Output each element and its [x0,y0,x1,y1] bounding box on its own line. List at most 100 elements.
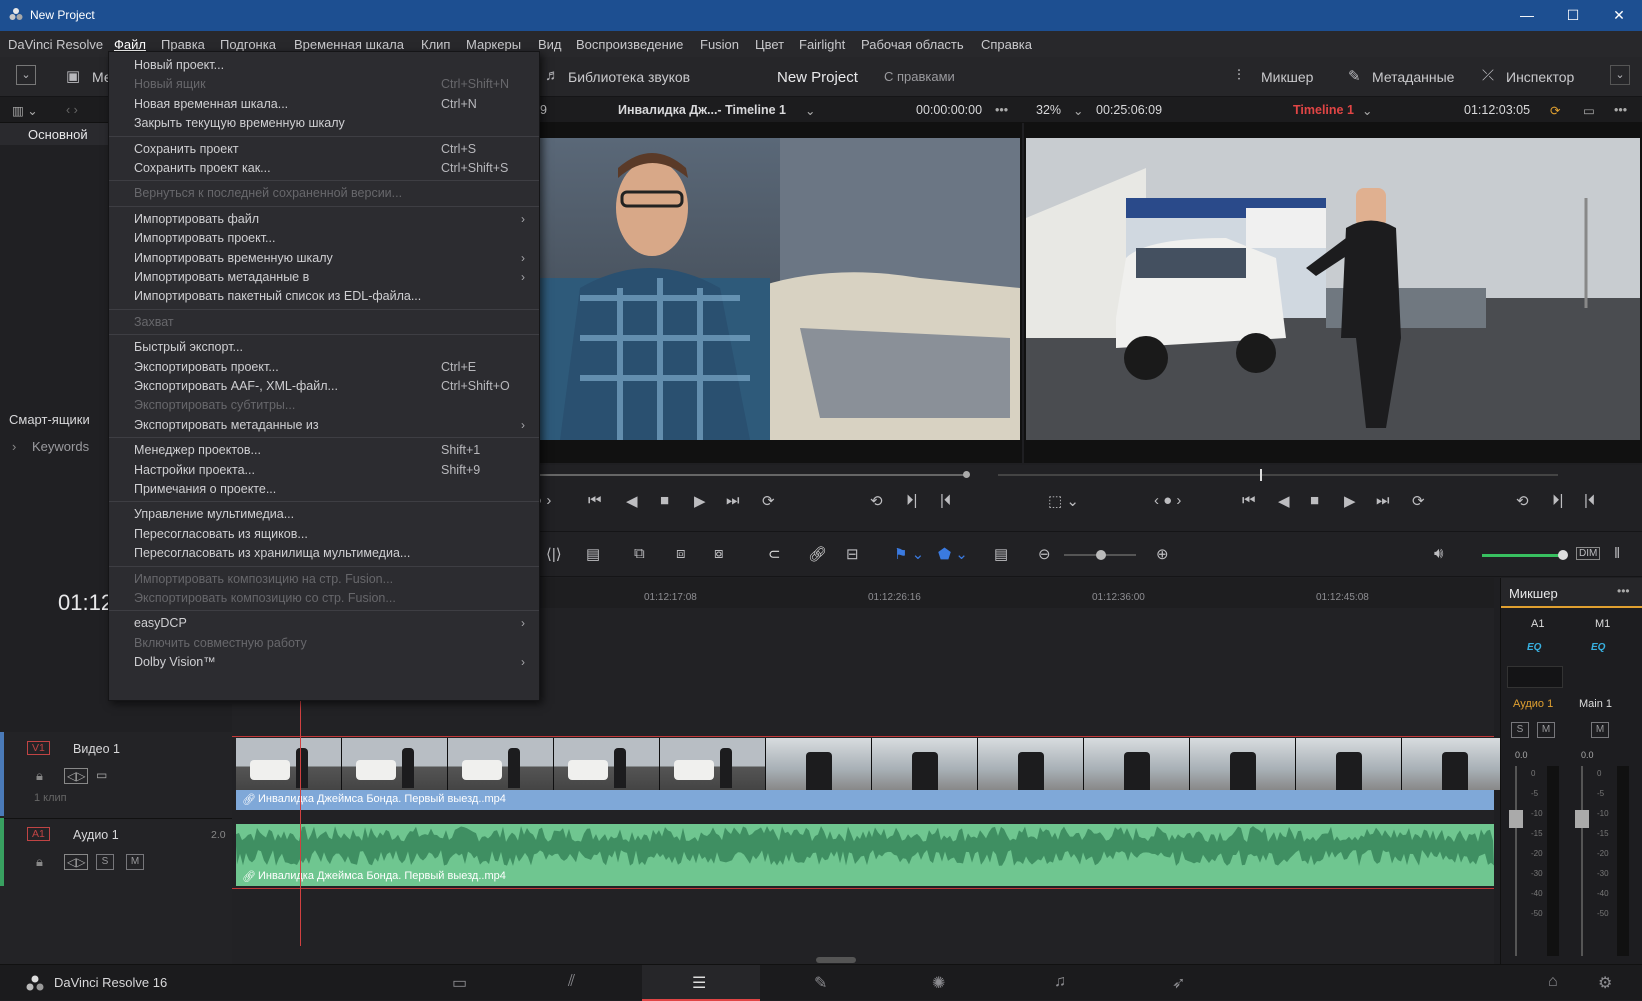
file-menu-item[interactable]: Сохранить проект Ctrl+S [109,140,539,160]
audio-clip-label-bar[interactable]: 🔗︎ Инвалидка Джеймса Бонда. Первый выезд… [236,868,1494,886]
zoom-chevron-icon[interactable]: ⌄ [1073,103,1083,118]
chevron-down-icon[interactable]: ⌄ [805,103,815,118]
overwrite-icon[interactable]: ⧈ [676,545,686,562]
lock-icon[interactable]: ⊟ [846,545,859,563]
snapping-icon[interactable]: ⊂ [768,545,781,563]
fader2-handle[interactable] [1575,810,1589,828]
file-menu-item[interactable]: Импортировать временную шкалу › [109,249,539,269]
trim-icon[interactable]: ⟨|⟩ [546,545,562,563]
fader2-track[interactable] [1581,766,1583,956]
volume-slider[interactable] [1482,554,1562,557]
menu-view[interactable]: Вид [538,37,562,52]
audio-waveform[interactable] [236,824,1494,868]
mixer-icon[interactable]: ⫶ [1237,67,1241,84]
main-mute-button[interactable]: M [1591,722,1609,738]
reverse-icon[interactable]: ◀ [626,492,638,510]
flag-icon[interactable]: ⚑ ⌄ [894,545,924,563]
volume-icon[interactable]: 🔊︎ [1434,545,1443,562]
timeline-start-icon[interactable]: ⏮ [1242,492,1256,509]
timeline-out-icon[interactable]: |⏴ [1584,492,1595,509]
sound-library-icon[interactable]: ♬ [545,67,560,84]
v1-badge[interactable]: V1 [27,741,50,755]
audio-select-icon[interactable]: ◁▷ [64,854,89,870]
menu-file[interactable]: Файл [114,37,146,52]
match-frame-icon[interactable]: ⟲ [870,492,883,510]
timeline-loop-icon[interactable]: ⟳ [1412,492,1425,510]
timeline-view-icon[interactable]: ▤ [994,545,1008,563]
mute-button[interactable]: M [126,854,144,870]
bin-master[interactable]: Основной [28,127,88,142]
file-menu-item[interactable]: Экспортировать проект... Ctrl+E [109,358,539,378]
file-menu-item[interactable]: Импортировать проект... [109,229,539,249]
nav-arrows-icon[interactable]: ‹ › [66,103,78,117]
home-icon[interactable]: ⌂ [1548,973,1558,991]
close-icon[interactable]: ✕ [1596,4,1642,28]
minimize-icon[interactable]: — [1504,4,1550,28]
timeline-playhead[interactable] [1260,469,1262,481]
file-menu-item[interactable]: Импортировать пакетный список из EDL-фай… [109,287,539,307]
dim-button[interactable]: DIM [1576,547,1601,560]
solo-button[interactable]: S [96,854,114,870]
file-menu-item[interactable]: Экспортировать метаданные из › [109,416,539,436]
timeline-in-icon[interactable]: ⏵| [1552,492,1563,509]
fusion-page-icon[interactable]: ✎ [814,973,827,993]
keywords-item[interactable]: Keywords [32,439,89,454]
zoom-level[interactable]: 32% [1036,103,1061,117]
metadata-button[interactable]: Метаданные [1372,69,1454,85]
file-menu-item[interactable]: Пересогласовать из ящиков... [109,525,539,545]
go-to-start-icon[interactable]: ⏮ [588,492,602,509]
pan-control[interactable] [1507,666,1563,688]
timeline-match-icon[interactable]: ⟲ [1516,492,1529,510]
deliver-page-icon[interactable]: ➶ [1172,973,1185,993]
stop-icon[interactable]: ■ [660,492,669,509]
play-icon[interactable]: ▶ [694,492,706,510]
video-track-name[interactable]: Видео 1 [73,742,120,756]
file-menu-item[interactable]: Новая временная шкала... Ctrl+N [109,95,539,115]
fader1-handle[interactable] [1509,810,1523,828]
file-menu-item[interactable]: Импортировать метаданные в › [109,268,539,288]
zoom-slider-handle[interactable] [1096,550,1106,560]
settings-gear-icon[interactable]: ⚙ [1598,973,1612,993]
inspector-icon[interactable]: ⤫ [1482,67,1494,84]
a1-badge[interactable]: A1 [27,827,50,841]
menu-trim[interactable]: Подгонка [220,37,276,52]
file-menu-item[interactable]: Импортировать файл › [109,210,539,230]
track-enable-icon[interactable]: ▭ [96,768,107,782]
timeline-scrubber[interactable] [998,474,1558,476]
file-menu-item[interactable]: Сохранить проект как... Ctrl+Shift+S [109,159,539,179]
mixer-more-icon[interactable]: ••• [1617,584,1630,598]
auto-select-icon[interactable]: ◁▷ [64,768,89,784]
expand-icon[interactable]: ⌄ [1610,65,1630,85]
file-menu-item[interactable]: Dolby Vision™ › [109,653,539,673]
replace-icon[interactable]: ⧇ [714,545,724,562]
blade-icon[interactable]: ▤ [586,545,600,563]
file-menu-item[interactable]: Новый проект... [109,56,539,76]
go-to-end-icon[interactable]: ⏭ [726,492,740,509]
insert-icon[interactable]: ⧉ [634,545,645,562]
timeline-play-icon[interactable]: ▶ [1344,492,1356,510]
menu-markers[interactable]: Маркеры [466,37,521,52]
timeline-jog-icon[interactable]: ‹ ● › [1154,492,1181,509]
zoom-in-icon[interactable]: ⊕ [1156,545,1169,563]
timeline-end-icon[interactable]: ⏭ [1376,492,1390,509]
panel-toggle-icon[interactable]: ⌄ [16,65,36,85]
more-icon[interactable]: ••• [995,103,1008,117]
zoom-out-icon[interactable]: ⊖ [1038,545,1051,563]
loop-icon[interactable]: ⟳ [762,492,775,510]
file-menu-item[interactable]: Настройки проекта... Shift+9 [109,461,539,481]
sound-library-button[interactable]: Библиотека звуков [568,69,690,85]
maximize-icon[interactable]: ☐ [1550,4,1596,28]
menu-playback[interactable]: Воспроизведение [576,37,683,52]
lock-audio-icon[interactable]: 🔒︎ [36,854,43,870]
menu-clip[interactable]: Клип [421,37,450,52]
sync-icon[interactable]: ⟳ [1550,103,1560,118]
video-clip[interactable] [236,738,1508,790]
file-menu-item[interactable]: Быстрый экспорт... [109,338,539,358]
file-menu-item[interactable]: Примечания о проекте... [109,480,539,500]
link-icon[interactable]: 🔗︎ [808,545,827,563]
eq-ch2[interactable]: EQ [1591,642,1605,653]
viewer-mode-icon[interactable]: ▭ [1583,103,1595,118]
viewer-more-icon[interactable]: ••• [1614,103,1627,117]
file-menu-item[interactable]: Пересогласовать из хранилища мультимедиа… [109,544,539,564]
file-menu-item[interactable]: Закрыть текущую временную шкалу [109,114,539,134]
